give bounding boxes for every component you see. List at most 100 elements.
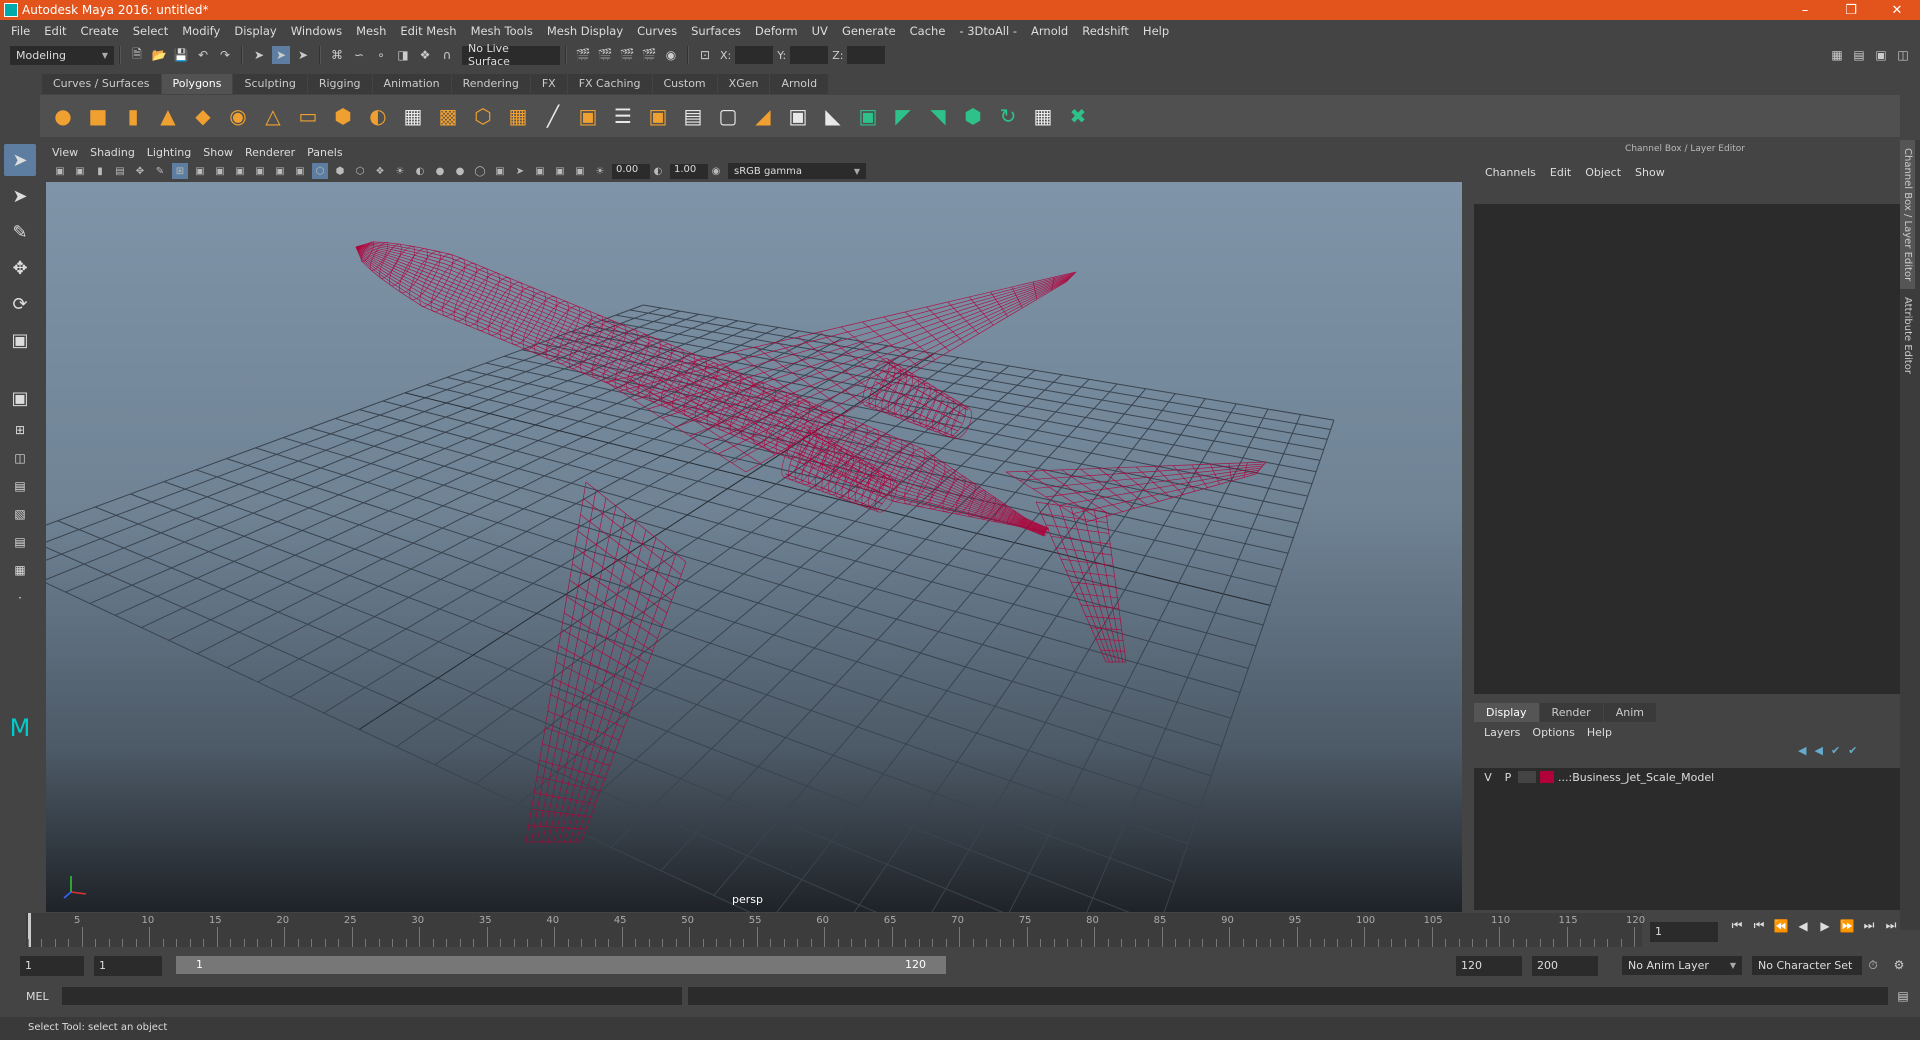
menu-channels[interactable]: Channels: [1478, 166, 1543, 182]
channel-box-icon[interactable]: ◫: [1894, 46, 1912, 64]
resolution-gate-icon[interactable]: ▣: [212, 163, 228, 179]
tab-fx-caching[interactable]: FX Caching: [567, 74, 652, 94]
menu-edit-mesh[interactable]: Edit Mesh: [393, 24, 463, 38]
end-time-field[interactable]: 200: [1532, 956, 1598, 976]
textured-icon[interactable]: ❖: [372, 163, 388, 179]
side-tab-attribute-editor[interactable]: Attribute Editor: [1900, 289, 1915, 382]
grid-icon[interactable]: ⊞: [172, 163, 188, 179]
planar-map-icon[interactable]: ▣: [853, 101, 883, 131]
separate-icon[interactable]: ▦: [398, 101, 428, 131]
tab-fx[interactable]: FX: [530, 74, 567, 94]
render-view-icon[interactable]: ◉: [662, 46, 680, 64]
layer-visibility-toggle[interactable]: V: [1478, 771, 1498, 784]
hypershade-layout-icon[interactable]: ▦: [4, 558, 36, 582]
single-pane-layout-icon[interactable]: ▣: [4, 382, 36, 414]
poly-torus-icon[interactable]: ◉: [223, 101, 253, 131]
move-layer-down-icon[interactable]: ◀: [1814, 744, 1822, 757]
viewport-menu-shading[interactable]: Shading: [84, 146, 141, 159]
viewport-menu-show[interactable]: Show: [197, 146, 239, 159]
poly-cube-icon[interactable]: ■: [83, 101, 113, 131]
go-to-end-icon[interactable]: ⏭: [1880, 918, 1902, 933]
grease-pencil-icon[interactable]: ✎: [152, 163, 168, 179]
render-ipr-icon[interactable]: 🎬: [596, 46, 614, 64]
undo-icon[interactable]: ↶: [194, 46, 212, 64]
menu-help[interactable]: Help: [1136, 24, 1176, 38]
extrude-icon[interactable]: ▣: [643, 101, 673, 131]
cylindrical-map-icon[interactable]: ◤: [888, 101, 918, 131]
snap-live-icon[interactable]: ❖: [416, 46, 434, 64]
tool-settings-icon[interactable]: ▣: [1872, 46, 1890, 64]
snap-point-icon[interactable]: ∘: [372, 46, 390, 64]
uv-editor-icon[interactable]: ✖: [1063, 101, 1093, 131]
select-hierarchy-icon[interactable]: ➤: [250, 46, 268, 64]
depth-of-field-icon[interactable]: ▣: [492, 163, 508, 179]
wireframe-icon[interactable]: ⬡: [312, 163, 328, 179]
wireframe-on-shaded-icon[interactable]: ⬡: [352, 163, 368, 179]
poly-platonic-icon[interactable]: ⬢: [328, 101, 358, 131]
exposure-field[interactable]: 0.00: [612, 163, 650, 179]
poly-plane-icon[interactable]: ◆: [188, 101, 218, 131]
menu-3dtoall[interactable]: - 3DtoAll -: [952, 24, 1024, 38]
menu-display[interactable]: Display: [227, 24, 283, 38]
maximize-icon[interactable]: ❐: [1828, 3, 1874, 18]
exposure-icon[interactable]: ☀: [592, 163, 608, 179]
range-slider[interactable]: 1 120: [176, 956, 946, 974]
xray-joints-icon[interactable]: ▣: [552, 163, 568, 179]
fill-hole-icon[interactable]: ◢: [748, 101, 778, 131]
anim-layer-dropdown[interactable]: No Anim Layer ▼: [1622, 956, 1742, 975]
play-forwards-icon[interactable]: ▶: [1814, 919, 1836, 933]
menu-file[interactable]: File: [4, 24, 37, 38]
step-forward-key-icon[interactable]: ⏭: [1858, 918, 1880, 933]
close-icon[interactable]: ✕: [1874, 3, 1920, 18]
graph-layout-icon[interactable]: ▧: [4, 502, 36, 526]
playback-start-field[interactable]: 1: [94, 956, 162, 976]
color-space-dropdown[interactable]: sRGB gamma ▼: [728, 163, 866, 179]
snap-view-plane-icon[interactable]: ◨: [394, 46, 412, 64]
live-surface-field[interactable]: No Live Surface: [462, 42, 560, 68]
layer-type-toggle[interactable]: [1518, 771, 1536, 783]
camera-attr-icon[interactable]: ▣: [72, 163, 88, 179]
merge-icon[interactable]: ◣: [818, 101, 848, 131]
tab-arnold[interactable]: Arnold: [770, 74, 829, 94]
spherical-map-icon[interactable]: ◥: [923, 101, 953, 131]
menu-redshift[interactable]: Redshift: [1075, 24, 1136, 38]
tab-rigging[interactable]: Rigging: [307, 74, 372, 94]
extract-icon[interactable]: ⬡: [468, 101, 498, 131]
script-layout-icon[interactable]: ▤: [4, 530, 36, 554]
menu-edit[interactable]: Edit: [37, 24, 73, 38]
tab-curves-surfaces[interactable]: Curves / Surfaces: [42, 74, 161, 94]
shadows-icon[interactable]: ◐: [412, 163, 428, 179]
two-pane-layout-icon[interactable]: ◫: [4, 446, 36, 470]
start-time-field[interactable]: 1: [20, 956, 84, 976]
viewport-canvas[interactable]: [46, 182, 1462, 912]
menu-options[interactable]: Options: [1526, 726, 1580, 739]
smooth-icon[interactable]: ▩: [433, 101, 463, 131]
hypershade-icon[interactable]: 🎬: [640, 46, 658, 64]
menu-curves[interactable]: Curves: [630, 24, 684, 38]
command-input[interactable]: [62, 987, 682, 1005]
use-all-lights-icon[interactable]: ☀: [392, 163, 408, 179]
image-plane-icon[interactable]: ▤: [112, 163, 128, 179]
viewport-menu-panels[interactable]: Panels: [301, 146, 348, 159]
ambient-occlusion-icon[interactable]: ●: [432, 163, 448, 179]
scale-tool-icon[interactable]: ▣: [4, 324, 36, 356]
modeling-toolkit-icon[interactable]: ▦: [1828, 46, 1846, 64]
transform-mode-icon[interactable]: ⊡: [696, 46, 714, 64]
append-polygon-icon[interactable]: ▢: [713, 101, 743, 131]
script-editor-icon[interactable]: ▤: [1894, 987, 1912, 1005]
menu-uv[interactable]: UV: [805, 24, 835, 38]
layout-menu-icon[interactable]: ·: [4, 586, 36, 610]
menu-select[interactable]: Select: [126, 24, 175, 38]
anim-prefs-icon[interactable]: ⚙: [1890, 956, 1908, 974]
multi-cut-icon[interactable]: ╱: [538, 101, 568, 131]
menu-layer-help[interactable]: Help: [1581, 726, 1618, 739]
checker-icon[interactable]: ▦: [1028, 101, 1058, 131]
cut-uv-icon[interactable]: ↻: [993, 101, 1023, 131]
safe-title-icon[interactable]: ▣: [292, 163, 308, 179]
tab-display[interactable]: Display: [1474, 703, 1539, 722]
layer-row[interactable]: V P ...:Business_Jet_Scale_Model: [1474, 768, 1900, 786]
open-scene-icon[interactable]: 📂: [150, 46, 168, 64]
magnet-icon[interactable]: ∩: [438, 46, 456, 64]
step-forward-frame-icon[interactable]: ⏩: [1836, 919, 1858, 933]
tab-animation[interactable]: Animation: [372, 74, 451, 94]
